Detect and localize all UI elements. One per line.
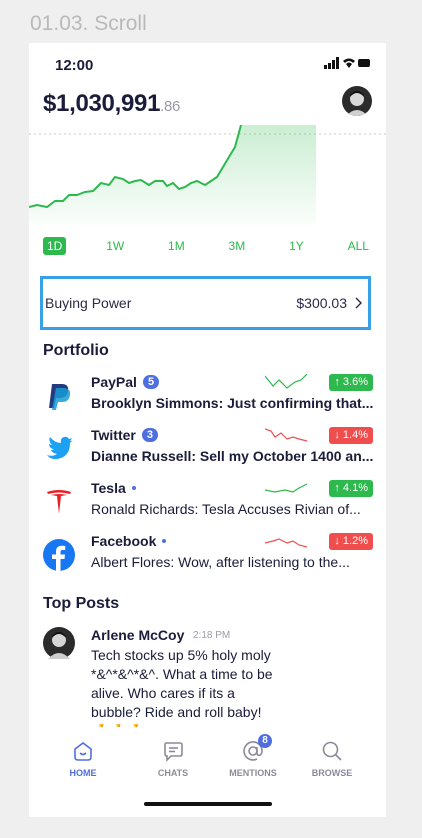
tab-home[interactable]: HOME <box>53 740 113 778</box>
chart-area <box>29 125 316 225</box>
mentions-badge: 8 <box>258 734 272 748</box>
balance-cents: .86 <box>160 98 181 115</box>
system-icons <box>324 57 370 69</box>
change-pill: ↓ 1.4% <box>329 427 373 444</box>
range-1y[interactable]: 1Y <box>285 237 308 255</box>
buying-power-label: Buying Power <box>45 295 132 311</box>
sparkline <box>265 428 307 442</box>
portfolio-chart <box>29 125 386 225</box>
range-3m[interactable]: 3M <box>225 237 250 255</box>
tab-browse[interactable]: BROWSE <box>302 740 362 778</box>
range-1w[interactable]: 1W <box>102 237 128 255</box>
latest-message: Ronald Richards: Tesla Accuses Rivian of… <box>91 501 361 517</box>
status-time: 12:00 <box>55 57 94 74</box>
home-indicator <box>144 802 272 806</box>
sparkline <box>265 374 307 389</box>
unread-badge: 5 <box>142 375 160 389</box>
chevron-right-icon <box>355 297 362 309</box>
stock-name-text: Facebook <box>91 533 157 549</box>
stock-name-text: Tesla <box>91 480 126 496</box>
post-author: Arlene McCoy <box>91 627 185 643</box>
latest-message: Brooklyn Simmons: Just confirming that..… <box>91 395 374 411</box>
range-all[interactable]: ALL <box>344 237 373 255</box>
tesla-icon <box>47 490 71 514</box>
range-1m[interactable]: 1M <box>164 237 189 255</box>
change-pill: ↑ 4.1% <box>329 480 373 497</box>
search-icon <box>322 741 342 761</box>
profile-avatar[interactable] <box>342 86 372 116</box>
facebook-icon <box>43 539 75 571</box>
range-1d[interactable]: 1D <box>43 237 67 255</box>
post-avatar <box>43 627 75 659</box>
balance-main: $1,030,991 <box>43 90 161 117</box>
avatar-image <box>48 632 70 659</box>
tab-mentions[interactable]: 8 MENTIONS <box>223 734 283 778</box>
top-posts-title: Top Posts <box>43 595 120 612</box>
buying-power-value: $300.03 <box>296 295 347 311</box>
sparkline <box>265 483 307 493</box>
post-time: 2:18 PM <box>193 630 231 641</box>
stock-name: PayPal 5 <box>91 374 160 390</box>
stock-name: Tesla <box>91 480 136 496</box>
tab-browse-label: BROWSE <box>311 768 353 778</box>
paypal-icon <box>49 384 71 410</box>
buying-power-row[interactable]: Buying Power $300.03 <box>40 276 371 330</box>
status-bar: 12:00 <box>29 43 386 83</box>
tab-home-label: HOME <box>69 768 97 778</box>
portfolio-title: Portfolio <box>43 342 109 359</box>
frame-title: 01.03. Scroll <box>30 12 147 35</box>
chat-icon <box>164 742 183 762</box>
portfolio-balance: $1,030,991.86 <box>43 90 180 118</box>
home-icon <box>74 742 92 761</box>
tab-chats-label: CHATS <box>157 768 189 778</box>
tab-mentions-label: MENTIONS <box>229 768 277 778</box>
portfolio-item-twitter[interactable]: Twitter 3 ↓ 1.4% Dianne Russell: Sell my… <box>43 427 373 473</box>
portfolio-item-facebook[interactable]: Facebook ↓ 1.2% Albert Flores: Wow, afte… <box>43 533 373 579</box>
tab-chats[interactable]: CHATS <box>143 740 203 778</box>
stock-name: Twitter 3 <box>91 427 158 443</box>
latest-message: Dianne Russell: Sell my October 1400 an.… <box>91 448 374 464</box>
unread-badge: 3 <box>141 428 158 442</box>
avatar-image <box>346 91 368 116</box>
unread-dot <box>162 539 167 543</box>
unread-dot <box>131 486 136 490</box>
top-post[interactable]: Arlene McCoy 2:18 PM Tech stocks up 5% h… <box>43 627 373 727</box>
portfolio-item-tesla[interactable]: Tesla ↑ 4.1% Ronald Richards: Tesla Accu… <box>43 480 373 526</box>
portfolio-item-paypal[interactable]: PayPal 5 ↑ 3.6% Brooklyn Simmons: Just c… <box>43 374 373 420</box>
sparkline <box>265 538 307 548</box>
phone-screen: 12:00 $1,030,991.86 1D 1W 1M 3M 1Y ALL B… <box>29 43 386 817</box>
change-pill: ↓ 1.2% <box>329 533 373 550</box>
stock-name-text: PayPal <box>91 374 137 390</box>
change-pill: ↑ 3.6% <box>329 374 373 391</box>
post-text: Tech stocks up 5% holy moly *&^*&^*&^. W… <box>91 647 273 727</box>
twitter-icon <box>47 436 73 460</box>
range-selector: 1D 1W 1M 3M 1Y ALL <box>43 237 373 255</box>
latest-message: Albert Flores: Wow, after listening to t… <box>91 554 350 570</box>
stock-name: Facebook <box>91 533 167 549</box>
stock-name-text: Twitter <box>91 427 136 443</box>
